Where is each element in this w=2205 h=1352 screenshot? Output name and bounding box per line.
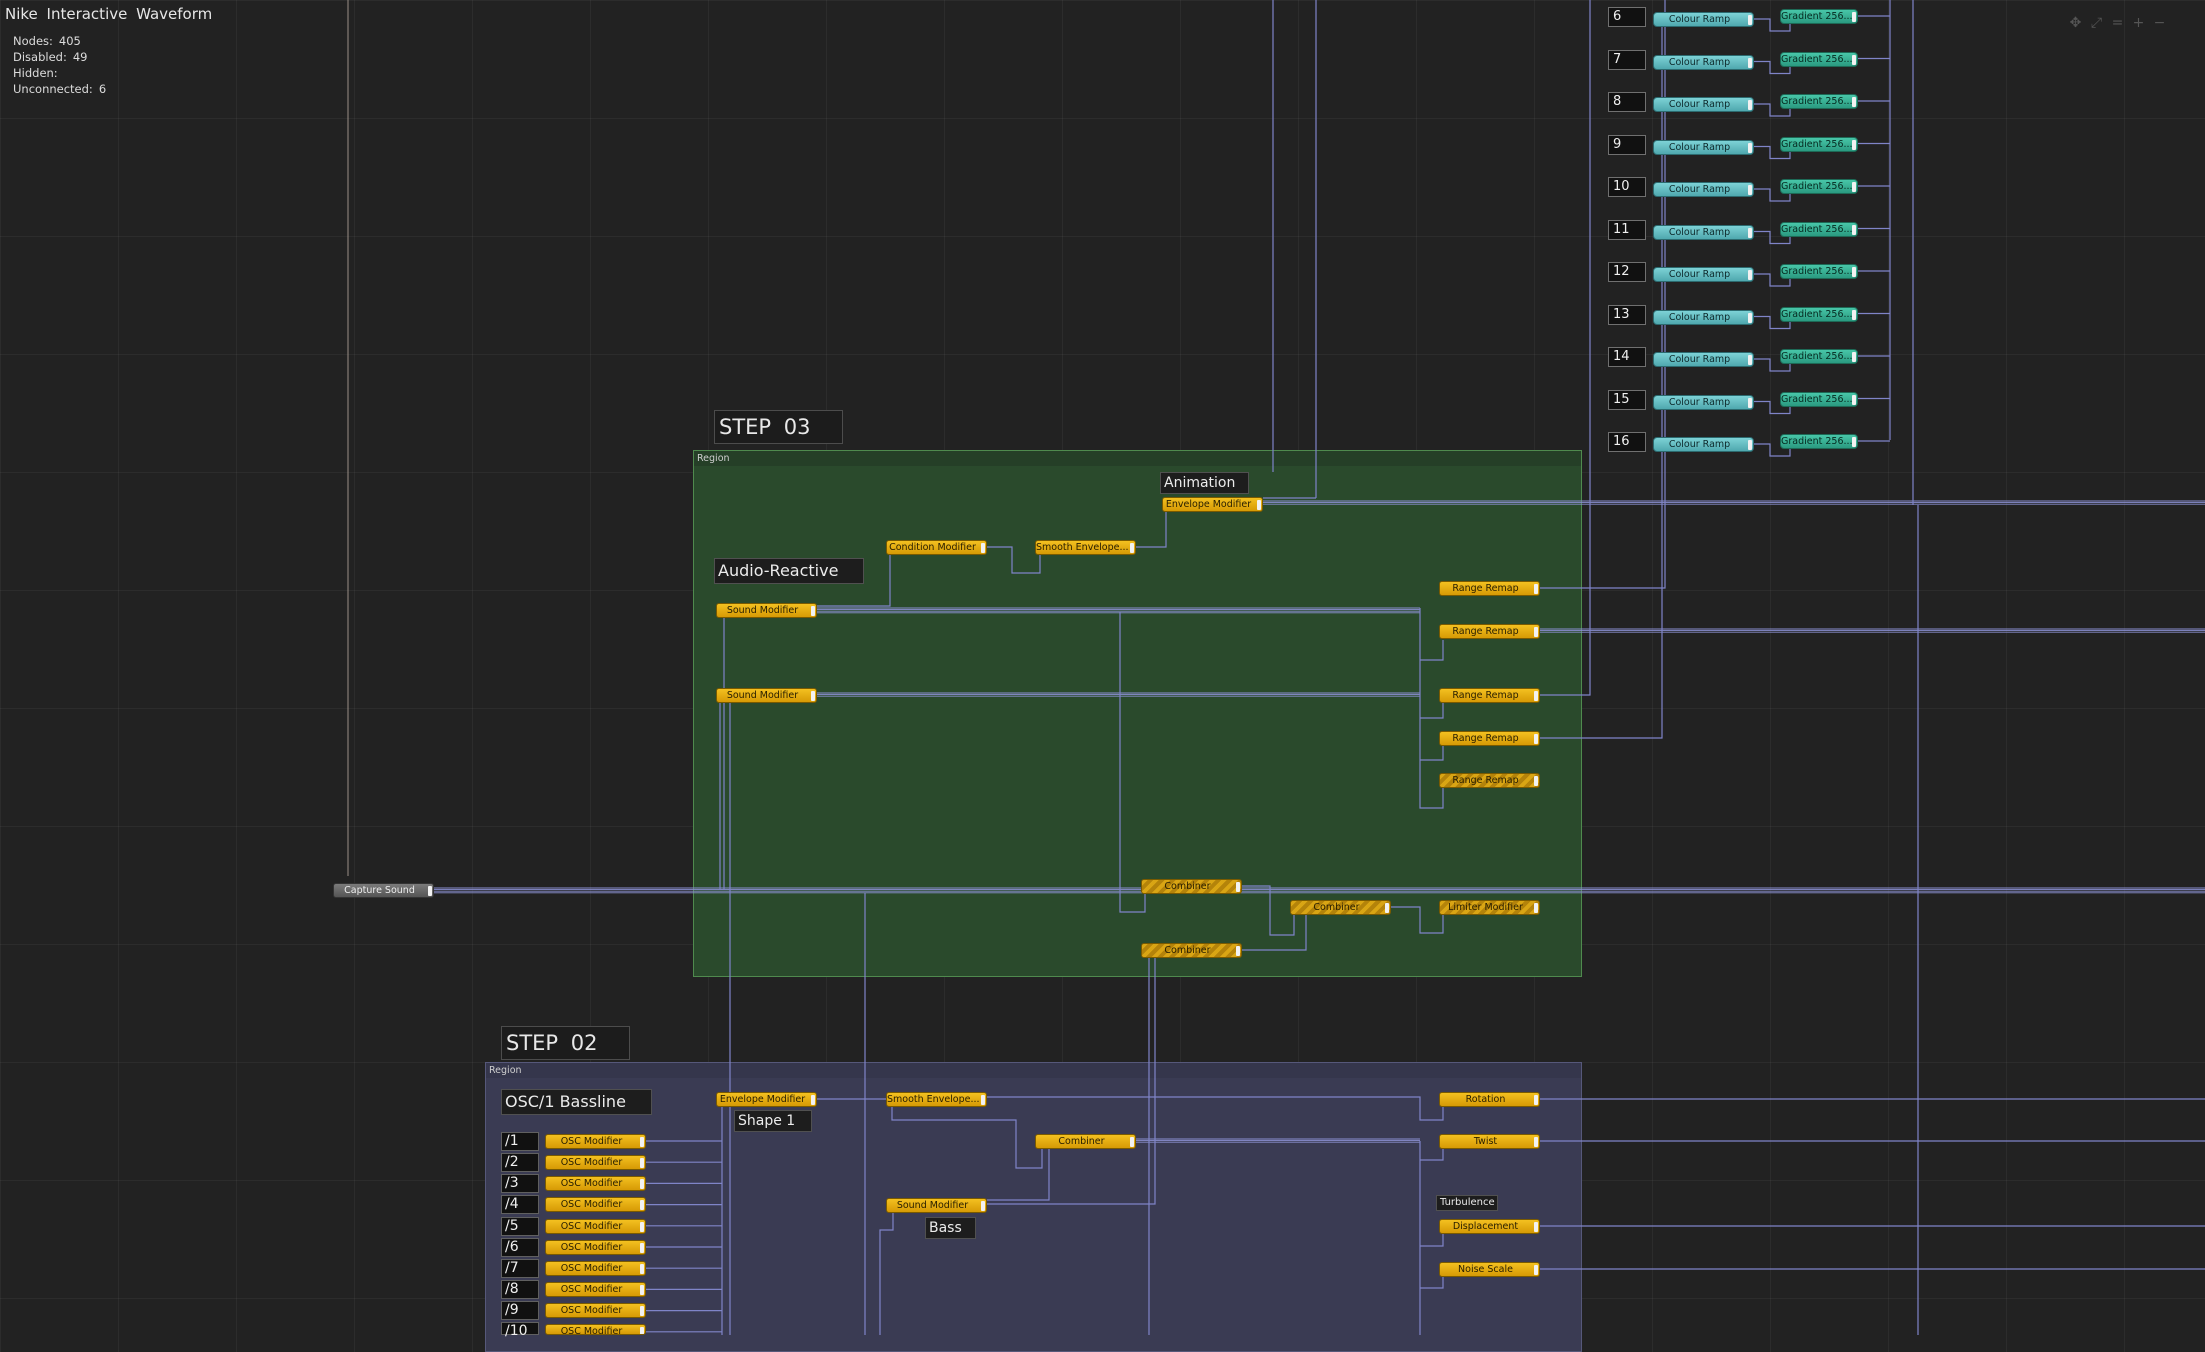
osc-modifier-node[interactable]: OSC Modifier (545, 1155, 646, 1170)
gradient-node[interactable]: Gradient 256... (1780, 9, 1858, 24)
combiner-node-1[interactable]: Combiner (1141, 879, 1242, 894)
region-header: Region (486, 1063, 1581, 1078)
colour-ramp-node[interactable]: Colour Ramp (1653, 97, 1754, 112)
envelope-modifier-node[interactable]: Envelope Modifier (1162, 497, 1263, 512)
step-03-label[interactable]: STEP 03 (714, 410, 843, 444)
osc-index: /4 (501, 1195, 539, 1214)
stat-hidden: Hidden: (13, 66, 58, 80)
osc-index: /5 (501, 1217, 539, 1236)
ramp-index: 9 (1608, 135, 1646, 155)
region-step-03[interactable]: Region (693, 450, 1582, 977)
osc-index: /3 (501, 1174, 539, 1193)
osc-index: /7 (501, 1259, 539, 1278)
colour-ramp-node[interactable]: Colour Ramp (1653, 437, 1754, 452)
osc-modifier-node[interactable]: OSC Modifier (545, 1219, 646, 1234)
envelope-modifier-node-2[interactable]: Envelope Modifier (716, 1092, 817, 1107)
colour-ramp-node[interactable]: Colour Ramp (1653, 140, 1754, 155)
scene-stats: Nodes: 405 Disabled: 49 Hidden: Unconnecte… (13, 33, 106, 97)
gradient-node[interactable]: Gradient 256... (1780, 264, 1858, 279)
colour-ramp-node[interactable]: Colour Ramp (1653, 12, 1754, 27)
stat-nodes: Nodes: 405 (13, 34, 81, 48)
project-title: Nike Interactive Waveform (5, 5, 213, 23)
osc-modifier-node[interactable]: OSC Modifier (545, 1303, 646, 1318)
colour-ramp-node[interactable]: Colour Ramp (1653, 352, 1754, 367)
note-shape[interactable]: Shape 1 (734, 1110, 812, 1132)
sound-modifier-node-2[interactable]: Sound Modifier (716, 688, 817, 703)
fit-icon[interactable]: ⤢ (2088, 15, 2105, 32)
range-remap-node-1[interactable]: Range Remap (1439, 581, 1540, 596)
osc-modifier-node[interactable]: OSC Modifier (545, 1324, 646, 1335)
ramp-index: 11 (1608, 220, 1646, 240)
osc-modifier-node[interactable]: OSC Modifier (545, 1134, 646, 1149)
gradient-node[interactable]: Gradient 256... (1780, 94, 1858, 109)
step-02-label[interactable]: STEP 02 (501, 1026, 630, 1060)
equal-icon[interactable]: = (2109, 15, 2126, 32)
gradient-node[interactable]: Gradient 256... (1780, 349, 1858, 364)
osc-modifier-node[interactable]: OSC Modifier (545, 1197, 646, 1212)
note-audio-reactive[interactable]: Audio-Reactive (714, 558, 864, 584)
gradient-node[interactable]: Gradient 256... (1780, 52, 1858, 67)
move-icon[interactable]: ✥ (2067, 15, 2084, 32)
osc-modifier-node[interactable]: OSC Modifier (545, 1176, 646, 1191)
sound-modifier-node-1[interactable]: Sound Modifier (716, 603, 817, 618)
osc-index: /8 (501, 1280, 539, 1299)
colour-ramp-node[interactable]: Colour Ramp (1653, 55, 1754, 70)
osc-index: /10 (501, 1322, 539, 1339)
colour-ramp-node[interactable]: Colour Ramp (1653, 225, 1754, 240)
twist-node[interactable]: Twist (1439, 1134, 1540, 1149)
osc-modifier-node[interactable]: OSC Modifier (545, 1282, 646, 1297)
osc-index: /9 (501, 1301, 539, 1320)
colour-ramp-node[interactable]: Colour Ramp (1653, 310, 1754, 325)
colour-ramp-node[interactable]: Colour Ramp (1653, 182, 1754, 197)
ramp-index: 13 (1608, 305, 1646, 325)
ramp-index: 8 (1608, 92, 1646, 112)
combiner-node-4[interactable]: Combiner (1035, 1134, 1136, 1149)
region-header: Region (694, 451, 1581, 466)
canvas-nav-controls: ✥ ⤢ = + − (2067, 15, 2168, 32)
gradient-node[interactable]: Gradient 256... (1780, 307, 1858, 322)
stat-disabled: Disabled: 49 (13, 50, 88, 64)
colour-ramp-node[interactable]: Colour Ramp (1653, 267, 1754, 282)
ramp-index: 15 (1608, 390, 1646, 410)
combiner-node-2[interactable]: Combiner (1290, 900, 1391, 915)
range-remap-node-4[interactable]: Range Remap (1439, 731, 1540, 746)
osc-index: /6 (501, 1238, 539, 1257)
note-bass[interactable]: Bass (925, 1217, 976, 1239)
displacement-node[interactable]: Displacement (1439, 1219, 1540, 1234)
osc-index: /1 (501, 1132, 539, 1151)
rotation-node[interactable]: Rotation (1439, 1092, 1540, 1107)
gradient-node[interactable]: Gradient 256... (1780, 222, 1858, 237)
sound-modifier-node-3[interactable]: Sound Modifier (886, 1198, 987, 1213)
range-remap-node-5[interactable]: Range Remap (1439, 773, 1540, 788)
osc-modifier-node[interactable]: OSC Modifier (545, 1261, 646, 1276)
zoom-in-icon[interactable]: + (2130, 15, 2147, 32)
ramp-index: 7 (1608, 50, 1646, 70)
smooth-envelope-node-2[interactable]: Smooth Envelope... (886, 1092, 987, 1107)
combiner-node-3[interactable]: Combiner (1141, 943, 1242, 958)
ramp-index: 6 (1608, 7, 1646, 27)
gradient-node[interactable]: Gradient 256... (1780, 137, 1858, 152)
noise-scale-node[interactable]: Noise Scale (1439, 1262, 1540, 1277)
ramp-index: 12 (1608, 262, 1646, 282)
stat-unconnected: Unconnected: 6 (13, 82, 107, 96)
capture-sound-node[interactable]: Capture Sound (333, 883, 434, 898)
gradient-node[interactable]: Gradient 256... (1780, 179, 1858, 194)
smooth-envelope-node[interactable]: Smooth Envelope... (1035, 540, 1136, 555)
ramp-index: 16 (1608, 432, 1646, 452)
zoom-out-icon[interactable]: − (2151, 15, 2168, 32)
ramp-index: 10 (1608, 177, 1646, 197)
gradient-node[interactable]: Gradient 256... (1780, 434, 1858, 449)
note-animation[interactable]: Animation (1160, 472, 1249, 494)
range-remap-node-2[interactable]: Range Remap (1439, 624, 1540, 639)
colour-ramp-node[interactable]: Colour Ramp (1653, 395, 1754, 410)
osc-index: /2 (501, 1153, 539, 1172)
note-turbulence[interactable]: Turbulence (1436, 1195, 1498, 1211)
gradient-node[interactable]: Gradient 256... (1780, 392, 1858, 407)
limiter-modifier-node[interactable]: Limiter Modifier (1439, 900, 1540, 915)
ramp-index: 14 (1608, 347, 1646, 367)
condition-modifier-node[interactable]: Condition Modifier (886, 540, 987, 555)
osc-modifier-node[interactable]: OSC Modifier (545, 1240, 646, 1255)
range-remap-node-3[interactable]: Range Remap (1439, 688, 1540, 703)
note-osc-bassline[interactable]: OSC/1 Bassline (501, 1089, 652, 1115)
